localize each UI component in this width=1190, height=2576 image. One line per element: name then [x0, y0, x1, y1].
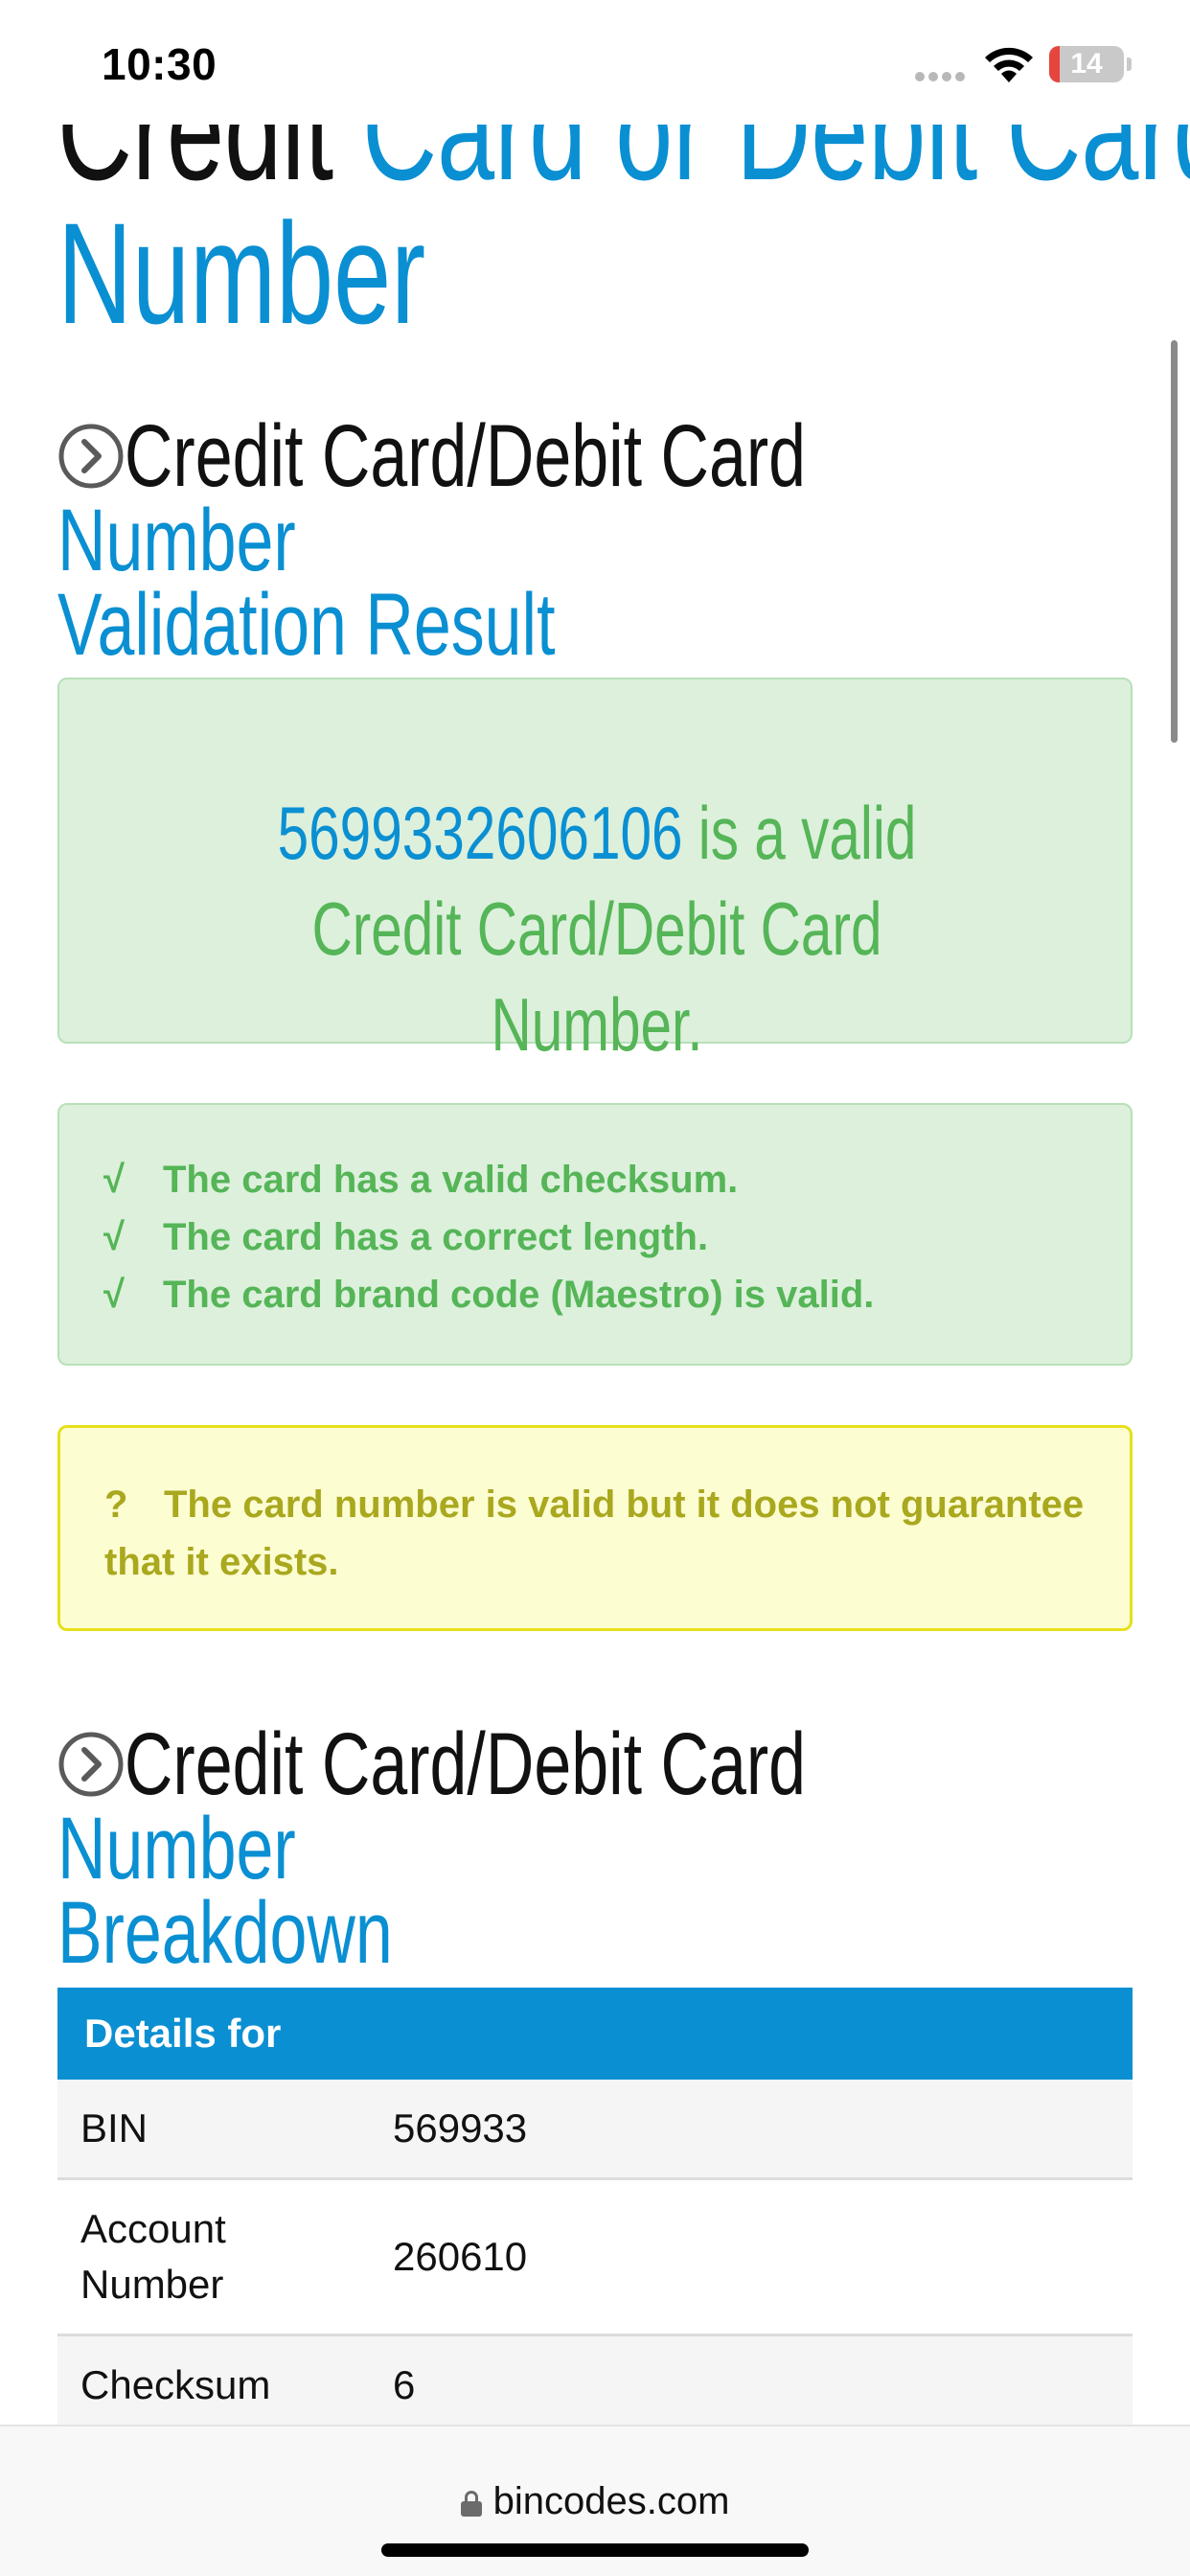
check-mark-icon: √ — [103, 1216, 125, 1258]
checks-box: √ The card has a valid checksum. √ The car… — [57, 1103, 1133, 1366]
table-cell-value: 569933 — [393, 2105, 528, 2150]
table-cell-label: BIN — [80, 2105, 149, 2150]
scrollbar-thumb[interactable] — [1171, 340, 1178, 743]
breakdown-heading: Credit Card/Debit Card Number Breakdown — [57, 1720, 875, 1977]
cellular-signal-icon — [915, 69, 969, 81]
heading-blue-line2: Breakdown — [57, 1884, 393, 1982]
table-row: Account Number 260610 — [57, 2180, 1133, 2336]
card-number: 5699332606106 — [277, 791, 683, 875]
check-item-text: The card has a correct length. — [163, 1216, 709, 1258]
heading-blue-line2: Validation Result — [57, 576, 556, 674]
check-item: √ The card has a correct length. — [103, 1208, 1087, 1266]
heading-blue: Number — [57, 492, 296, 589]
table-row: Checksum 6 — [57, 2336, 1133, 2437]
table-cell-label: Checksum — [80, 2362, 271, 2407]
page-title-line2: Number — [57, 193, 426, 354]
heading-black: Credit Card/Debit Card — [124, 407, 807, 505]
check-mark-icon: √ — [103, 1159, 125, 1201]
heading-black: Credit Card/Debit Card — [124, 1715, 807, 1813]
home-indicator[interactable] — [381, 2543, 809, 2557]
validation-result-box: 5699332606106 is a valid Credit Card/Deb… — [57, 678, 1133, 1067]
url-text: bincodes.com — [492, 2480, 730, 2522]
battery-icon: 14 — [1049, 46, 1124, 82]
heading-blue: Number — [57, 1800, 296, 1898]
validation-result-text: 5699332606106 is a valid Credit Card/Deb… — [222, 785, 972, 1072]
table-cell-label: Account Number — [80, 2206, 226, 2307]
status-time: 10:30 — [102, 39, 217, 89]
warning-box: ? The card number is valid but it does no… — [57, 1425, 1133, 1631]
table-header: Details for — [57, 1988, 1133, 2080]
question-mark-icon: ? — [104, 1484, 128, 1526]
check-item-text: The card brand code (Maestro) is valid. — [163, 1274, 875, 1316]
warning-message: The card number is valid but it does not… — [104, 1484, 1085, 1583]
validation-result-heading: Credit Card/Debit Card Number Validation… — [57, 412, 875, 669]
table-cell-value: 260610 — [393, 2234, 528, 2279]
wifi-icon — [985, 47, 1033, 82]
check-mark-icon: √ — [103, 1274, 125, 1316]
lock-icon — [460, 2491, 482, 2517]
details-table: Details for BIN 569933 Account Number 26… — [57, 1988, 1133, 2437]
check-item: √ The card brand code (Maestro) is valid. — [103, 1266, 1087, 1323]
battery-tip — [1127, 58, 1132, 71]
table-cell-value: 6 — [393, 2362, 416, 2407]
url-display[interactable]: bincodes.com — [0, 2480, 1190, 2523]
table-row: BIN 569933 — [57, 2080, 1133, 2180]
status-bar: 10:30 14 — [0, 0, 1190, 125]
warning-text: ? The card number is valid but it does no… — [104, 1476, 1086, 1591]
check-item-text: The card has a valid checksum. — [163, 1159, 739, 1201]
battery-level: 14 — [1070, 48, 1103, 80]
check-item: √ The card has a valid checksum. — [103, 1151, 1087, 1208]
browser-address-bar[interactable]: bincodes.com — [0, 2425, 1190, 2576]
